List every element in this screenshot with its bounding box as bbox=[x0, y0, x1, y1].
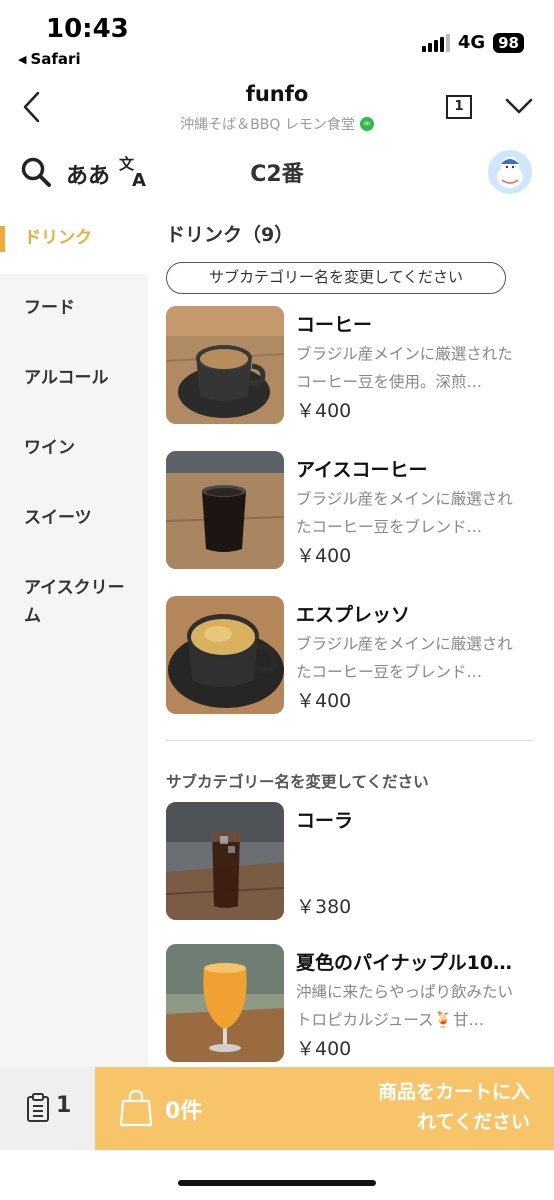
shop-name: 沖縄そば＆BBQ レモン食堂 bbox=[180, 117, 355, 133]
status-time: 10:43 bbox=[46, 14, 129, 44]
item-name: アイスコーヒー bbox=[296, 459, 428, 481]
cart-message: 商品をカートに入れてください bbox=[377, 1081, 530, 1133]
table-number: C2番 bbox=[250, 162, 304, 187]
sidebar-item-alcohol[interactable]: アルコール bbox=[0, 344, 148, 414]
item-image bbox=[166, 451, 284, 569]
item-price: ￥380 bbox=[296, 896, 352, 918]
status-bar: 10:43 ◀ Safari 4G 98 bbox=[0, 0, 554, 72]
toolbar: ああ 文 A C2番 bbox=[0, 146, 554, 202]
status-indicators: 4G 98 bbox=[421, 32, 524, 53]
back-to-app-link[interactable]: ◀ Safari bbox=[18, 50, 81, 68]
item-name: コーヒー bbox=[296, 314, 373, 336]
item-name: コーラ bbox=[296, 810, 354, 832]
item-price: ￥400 bbox=[296, 1038, 352, 1060]
item-description: ブラジル産メインに厳選されたコーヒー豆を使用。深煎… bbox=[296, 345, 513, 391]
clipboard-icon bbox=[27, 1093, 49, 1122]
chevron-down-icon[interactable] bbox=[504, 94, 534, 118]
sidebar-item-label: フード bbox=[24, 298, 75, 318]
item-image bbox=[166, 596, 284, 714]
home-indicator[interactable] bbox=[178, 1180, 376, 1186]
bottom-bar: 1 0件 商品をカートに入れてください bbox=[0, 1067, 554, 1150]
menu-item-pineapple-juice[interactable]: 夏色のパイナップル10… 沖縄に来たらやっぱり飲みたいトロピカルジュース🍹甘… … bbox=[166, 944, 546, 1064]
network-label: 4G bbox=[457, 32, 486, 53]
shopping-bag-icon bbox=[119, 1089, 153, 1127]
subcategory-title: サブカテゴリー名を変更してください bbox=[166, 773, 429, 791]
menu-list: ドリンク（9） サブカテゴリー名を変更してください コーヒー ブラジル産メインに… bbox=[148, 204, 554, 1067]
item-name: 夏色のパイナップル10… bbox=[296, 952, 513, 974]
item-name: エスプレッソ bbox=[296, 604, 411, 626]
sidebar-item-drink[interactable]: ドリンク bbox=[0, 204, 148, 274]
signal-icon bbox=[421, 33, 450, 52]
section-title: ドリンク（9） bbox=[166, 224, 294, 246]
battery-icon: 98 bbox=[493, 32, 524, 53]
page-count-icon[interactable]: 1 bbox=[446, 95, 472, 119]
item-description bbox=[296, 836, 528, 892]
item-image bbox=[166, 944, 284, 1062]
menu-item-coffee[interactable]: コーヒー ブラジル産メインに厳選されたコーヒー豆を使用。深煎… ￥400 bbox=[166, 306, 546, 426]
app-header: funfo 沖縄そば＆BBQ レモン食堂 ∞ 1 bbox=[0, 80, 554, 140]
subcategory-pill[interactable]: サブカテゴリー名を変更してください bbox=[166, 262, 506, 294]
item-price: ￥400 bbox=[296, 690, 352, 712]
cart-button[interactable]: 0件 商品をカートに入れてください bbox=[95, 1067, 554, 1150]
order-count: 1 bbox=[56, 1093, 72, 1118]
item-price: ￥400 bbox=[296, 545, 352, 567]
menu-item-iced-coffee[interactable]: アイスコーヒー ブラジル産をメインに厳選されたコーヒー豆をブレンド… ￥400 bbox=[166, 451, 546, 571]
sidebar-item-label: アイスクリーム bbox=[24, 578, 125, 626]
menu-item-espresso[interactable]: エスプレッソ ブラジル産をメインに厳選されたコーヒー豆をブレンド… ￥400 bbox=[166, 596, 546, 716]
sidebar-item-label: ワイン bbox=[24, 438, 75, 458]
sidebar-item-food[interactable]: フード bbox=[0, 274, 148, 344]
sidebar-item-label: スイーツ bbox=[24, 508, 92, 528]
item-image bbox=[166, 802, 284, 920]
category-sidebar: ドリンク フード アルコール ワイン スイーツ アイスクリーム bbox=[0, 204, 148, 1067]
sidebar-item-label: ドリンク bbox=[24, 228, 92, 248]
sidebar-item-sweets[interactable]: スイーツ bbox=[0, 484, 148, 554]
cart-count: 0件 bbox=[165, 1099, 203, 1124]
section-divider bbox=[166, 740, 534, 741]
item-description: ブラジル産をメインに厳選されたコーヒー豆をブレンド… bbox=[296, 635, 513, 681]
sidebar-item-ice-cream[interactable]: アイスクリーム bbox=[0, 554, 148, 644]
item-description: ブラジル産をメインに厳選されたコーヒー豆をブレンド… bbox=[296, 490, 513, 536]
item-price: ￥400 bbox=[296, 400, 352, 422]
item-image bbox=[166, 306, 284, 424]
sidebar-item-wine[interactable]: ワイン bbox=[0, 414, 148, 484]
item-description: 沖縄に来たらやっぱり飲みたいトロピカルジュース🍹甘… bbox=[296, 983, 514, 1029]
avatar[interactable] bbox=[488, 150, 532, 194]
order-history-button[interactable]: 1 bbox=[0, 1067, 95, 1150]
back-app-label: Safari bbox=[30, 50, 81, 68]
menu-item-cola[interactable]: コーラ ￥380 bbox=[166, 802, 546, 922]
sidebar-item-label: アルコール bbox=[24, 368, 109, 388]
back-triangle-icon: ◀ bbox=[18, 52, 27, 66]
verified-badge-icon: ∞ bbox=[359, 117, 374, 131]
